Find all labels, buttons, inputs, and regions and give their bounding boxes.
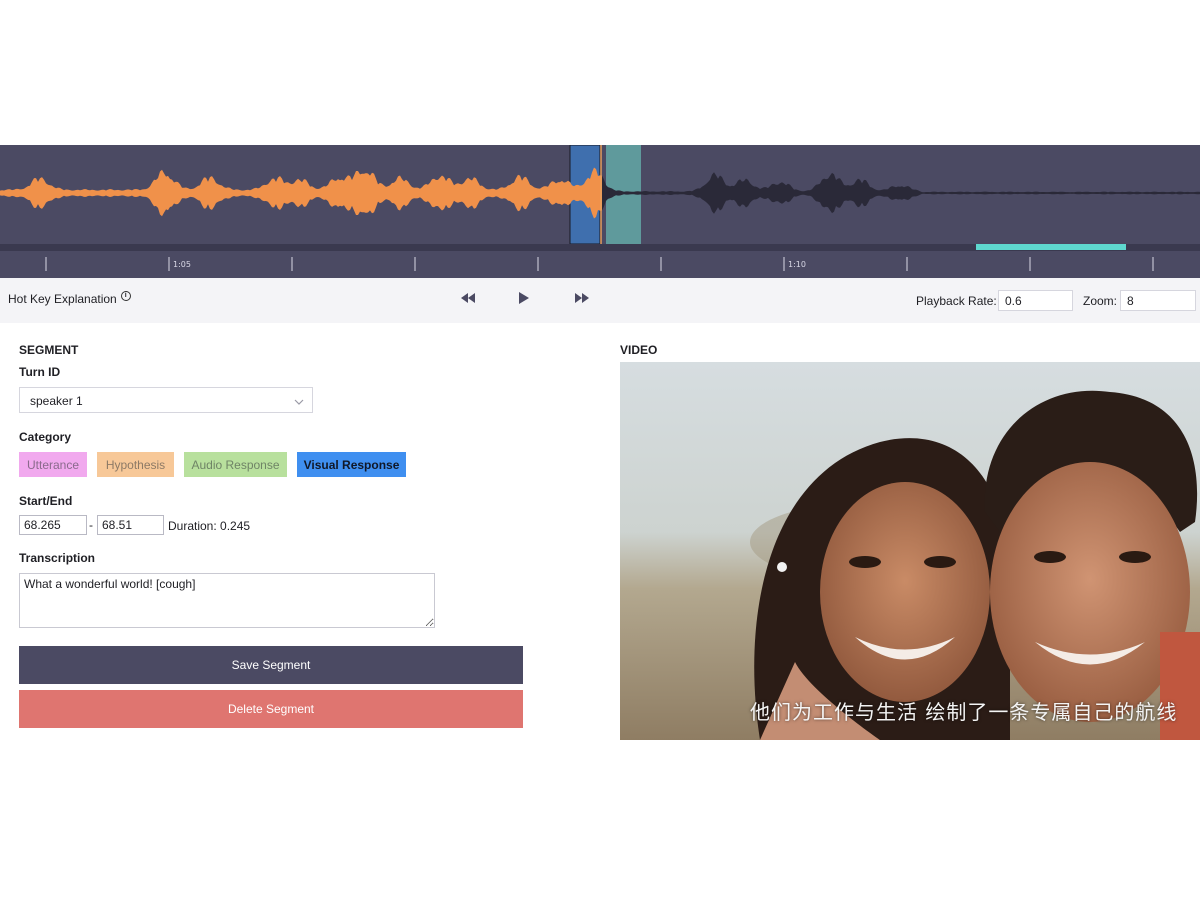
start-end-label: Start/End <box>19 494 73 508</box>
range-dash: - <box>89 518 93 532</box>
playback-rate-input[interactable] <box>998 290 1073 311</box>
category-label: Category <box>19 430 72 444</box>
delete-segment-button[interactable]: Delete Segment <box>19 690 523 728</box>
category-utterance-button[interactable]: Utterance <box>19 452 87 477</box>
tick-label: 1:10 <box>788 260 806 269</box>
waveform[interactable] <box>0 145 1200 244</box>
category-audio-response-button[interactable]: Audio Response <box>184 452 287 477</box>
turn-id-value: speaker 1 <box>30 394 83 408</box>
duration-text: Duration: 0.245 <box>168 519 251 533</box>
video-player[interactable]: 他们为工作与生活 绘制了一条专属自己的航线 <box>620 362 1200 740</box>
info-circle-icon[interactable]: i <box>120 291 131 301</box>
save-segment-button[interactable]: Save Segment <box>19 646 523 684</box>
playback-rate-label: Playback Rate: <box>916 294 997 308</box>
video-subtitle: 他们为工作与生活 绘制了一条专属自己的航线 <box>750 700 1178 724</box>
fast-forward-icon[interactable] <box>574 291 590 309</box>
transcription-textarea[interactable]: What a wonderful world! [cough] <box>19 573 435 628</box>
zoom-label: Zoom: <box>1083 294 1118 308</box>
play-icon[interactable] <box>518 291 530 310</box>
category-visual-response-button[interactable]: Visual Response <box>297 452 406 477</box>
waveform-scrollbar-thumb[interactable] <box>976 244 1126 250</box>
waveform-panel[interactable]: 1:05 1:10 <box>0 145 1200 278</box>
chevron-down-icon <box>294 395 304 409</box>
category-hypothesis-button[interactable]: Hypothesis <box>97 452 174 477</box>
segment-title: SEGMENT <box>19 343 79 357</box>
transport-bar: Hot Key Explanation i Playback Rate: Zoo… <box>0 278 1200 323</box>
turn-id-label: Turn ID <box>19 365 61 379</box>
transcription-label: Transcription <box>19 551 96 565</box>
start-input[interactable] <box>19 515 87 535</box>
rewind-icon[interactable] <box>460 291 476 309</box>
hotkey-explanation[interactable]: Hot Key Explanation i <box>8 291 131 306</box>
zoom-input[interactable] <box>1120 290 1196 311</box>
turn-id-select[interactable]: speaker 1 <box>19 387 313 413</box>
video-title: VIDEO <box>620 343 658 357</box>
hotkey-label[interactable]: Hot Key Explanation <box>8 292 117 306</box>
video-frame <box>620 362 1200 740</box>
end-input[interactable] <box>97 515 164 535</box>
tick-label: 1:05 <box>173 260 191 269</box>
